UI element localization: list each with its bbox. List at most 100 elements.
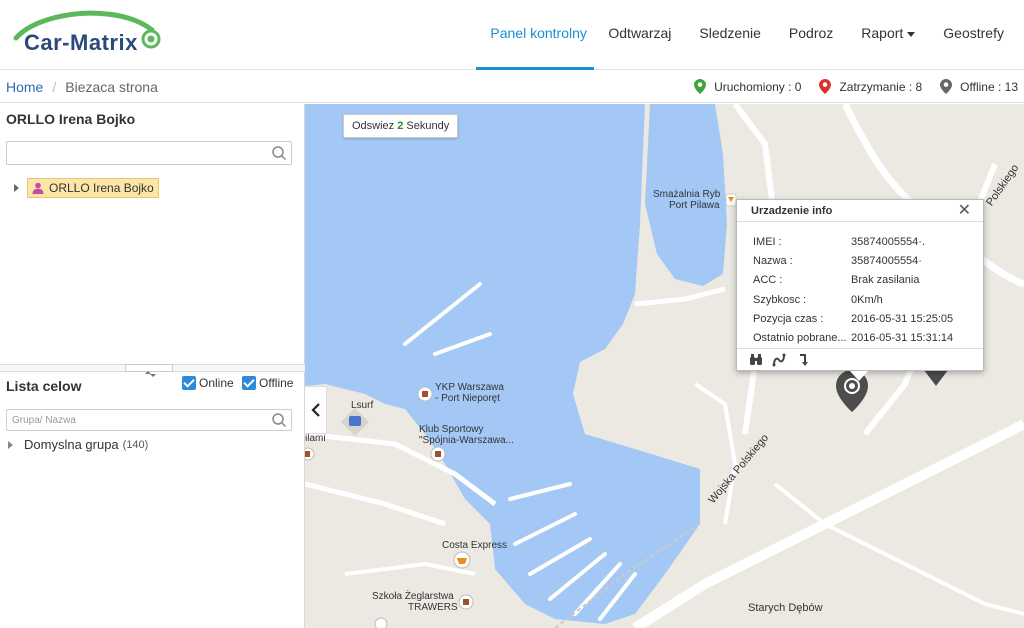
map-label-ilami: ilami (305, 433, 326, 444)
map-view[interactable]: Smażalnia Ryb Port Pilawa YKP Warszawa - P… (305, 104, 1024, 628)
breadcrumb-bar: Home / Biezaca strona Uruchomiony : 0 Zatr… (0, 71, 1024, 103)
map-label-costa: Costa Express (442, 540, 508, 551)
popup-title: Urzadzenie info (737, 200, 983, 222)
refresh-interval-indicator[interactable]: Odswiez 2 Sekundy (343, 114, 459, 138)
popup-key: Szybkosc : (753, 293, 807, 306)
caret-right-icon[interactable] (14, 184, 19, 192)
map-label-line: Klub Sportowy (419, 424, 484, 435)
search-icon[interactable] (271, 145, 287, 161)
chevron-left-icon (310, 403, 320, 417)
map-label-szkola: Szkoła Żeglarstwa TRAWERS (372, 591, 458, 613)
group-name: Domyslna grupa (24, 437, 119, 452)
status-stopped-text: Zatrzymanie : 8 (839, 79, 923, 94)
checkbox-checked-icon[interactable] (242, 376, 256, 390)
popup-row-imei: IMEI : 35874005554·. (753, 232, 973, 251)
status-stopped[interactable]: Zatrzymanie : 8 (819, 79, 922, 94)
nav-label: Sledzenie (699, 25, 761, 41)
map-label-starych-debow: Starych Dębów (748, 602, 823, 614)
status-running[interactable]: Uruchomiony : 0 (694, 79, 801, 94)
popup-value: 2016-05-31 15:25:05 (851, 312, 954, 325)
refresh-prefix: Odswiez (352, 120, 398, 132)
map-label-line: "Spójnia-Warszawa... (419, 435, 514, 446)
nav-label: Panel kontrolny (490, 25, 587, 41)
location-pin-gray-icon (940, 79, 953, 94)
main-nav: Panel kontrolny Odtwarzaj Sledzenie Podr… (476, 0, 1024, 70)
popup-value: 2016-05-31 15:31:14 (851, 332, 954, 345)
logo-text: Car-Matrix (24, 30, 138, 55)
online-filter-label: Online (199, 376, 234, 390)
group-count: (140) (122, 438, 149, 451)
nav-sledzenie[interactable]: Sledzenie (685, 0, 775, 70)
account-title: ORLLO Irena Bojko (6, 111, 136, 127)
splitter-handle[interactable] (125, 364, 173, 377)
caret-right-icon[interactable] (8, 440, 13, 449)
close-icon[interactable]: ✕ (958, 202, 971, 220)
breadcrumb-home-link[interactable]: Home (6, 79, 43, 95)
nav-label: Raport (861, 25, 904, 41)
map-label-line: YKP Warszawa (435, 382, 504, 393)
checkbox-checked-icon[interactable] (182, 376, 196, 390)
status-offline[interactable]: Offline : 13 (940, 79, 1018, 94)
account-search-input[interactable] (7, 142, 257, 164)
map-label-line: TRAWERS (408, 602, 458, 613)
popup-key: Nazwa : (753, 254, 793, 267)
popup-row-position-time: Pozycja czas : 2016-05-31 15:25:05 (753, 309, 973, 328)
popup-key: Ostatnio pobrane... (753, 332, 847, 345)
map-label-line: Smażalnia Ryb (653, 189, 721, 200)
search-icon[interactable] (271, 412, 287, 428)
popup-row-speed: Szybkosc : 0Km/h (753, 290, 973, 309)
nav-podroz[interactable]: Podroz (775, 0, 847, 70)
group-search-input[interactable] (7, 410, 257, 431)
offline-filter-label: Offline (259, 376, 294, 390)
user-icon (32, 182, 44, 194)
map-label-ykp: YKP Warszawa - Port Nieporęt (435, 382, 504, 404)
popup-value: 35874005554· (851, 254, 922, 267)
popup-row-nazwa: Nazwa : 35874005554· (753, 251, 973, 270)
status-running-text: Uruchomiony : 0 (714, 79, 802, 94)
nav-panel-kontrolny[interactable]: Panel kontrolny (476, 0, 595, 70)
collapse-panel-button[interactable] (305, 386, 327, 434)
route-track-icon[interactable] (772, 353, 786, 367)
nav-geostrefy[interactable]: Geostrefy (929, 0, 1024, 70)
offline-filter-checkbox[interactable]: Offline (242, 376, 293, 390)
tree-node-label[interactable]: ORLLO Irena Bojko (27, 178, 159, 198)
popup-row-last-fetched: Ostatnio pobrane... 2016-05-31 15:31:14 (753, 328, 973, 347)
popup-pointer (850, 371, 868, 381)
map-label-line: Szkoła Żeglarstwa (372, 591, 454, 602)
nav-label: Geostrefy (943, 25, 1004, 41)
popup-key: Pozycja czas : (753, 312, 824, 325)
popup-details: IMEI :35874005554·. Nazwa :35874005554· … (753, 232, 973, 348)
tree-node-account[interactable]: ORLLO Irena Bojko (14, 178, 159, 198)
refresh-suffix: Sekundy (403, 120, 450, 132)
group-row-default[interactable]: Domyslna grupa (140) (8, 437, 148, 452)
location-pin-green-icon (694, 79, 707, 94)
status-offline-text: Offline : 13 (960, 79, 1018, 94)
group-search (6, 409, 292, 431)
popup-value: Brak zasilania (851, 274, 920, 287)
popup-value: 0Km/h (851, 293, 883, 306)
popup-value: 35874005554·. (851, 235, 926, 248)
panel-splitter[interactable] (0, 364, 305, 377)
map-label-klub: Klub Sportowy "Spójnia-Warszawa... (419, 424, 514, 446)
header: Car-Matrix Panel kontrolny Odtwarzaj Sle… (0, 0, 1024, 70)
car-matrix-logo[interactable]: Car-Matrix (12, 8, 172, 60)
popup-toolbar (737, 348, 983, 370)
collapse-arrows-icon (145, 371, 156, 377)
target-list-title: Lista celow (6, 378, 82, 394)
map-label-line: - Port Nieporęt (435, 393, 501, 404)
chevron-down-icon (907, 31, 916, 37)
nav-raport[interactable]: Raport (847, 0, 929, 70)
nav-odtwarzaj[interactable]: Odtwarzaj (594, 0, 685, 70)
device-info-popup: Urzadzenie info ✕ IMEI : 35874005554·. Na… (736, 199, 984, 381)
popup-key: IMEI : (753, 235, 782, 248)
map-label-smazalnia: Smażalnia Ryb Port Pilawa (653, 189, 720, 211)
online-filter-checkbox[interactable]: Online (182, 376, 234, 390)
breadcrumb-current: Biezaca strona (65, 79, 158, 95)
device-status-summary: Uruchomiony : 0 Zatrzymanie : 8 Offline … (676, 79, 1018, 94)
tree-node-text: ORLLO Irena Bojko (49, 181, 154, 195)
popup-row-acc: ACC : Brak zasilania (753, 271, 973, 290)
binoculars-icon[interactable] (749, 353, 763, 367)
direction-arrow-icon[interactable] (795, 353, 809, 367)
account-search (6, 141, 292, 165)
left-panel: ORLLO Irena Bojko ORLLO Irena Bojko List… (0, 104, 305, 628)
